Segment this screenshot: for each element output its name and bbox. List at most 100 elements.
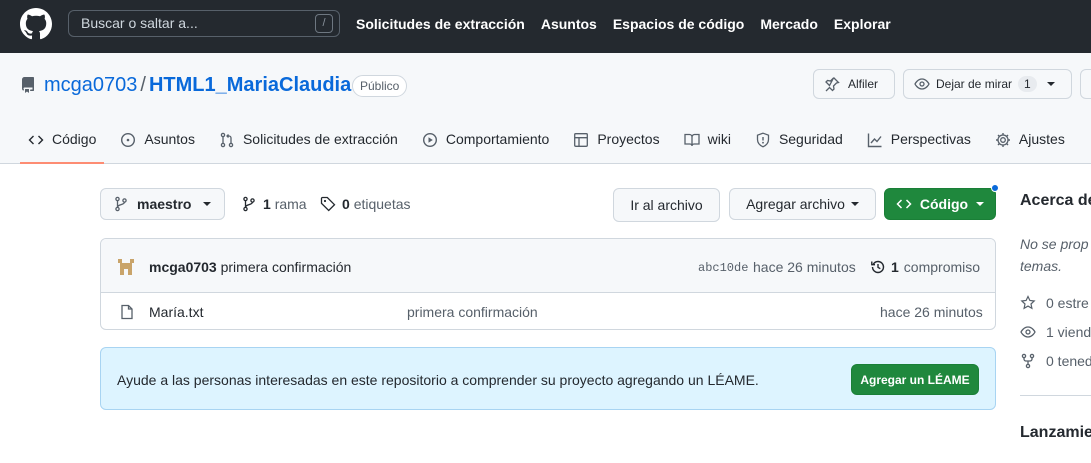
code-dropdown-button[interactable]: Código bbox=[884, 188, 996, 220]
releases-heading[interactable]: Lanzamien bbox=[1020, 424, 1091, 442]
sidebar-divider bbox=[1020, 395, 1091, 396]
commit-summary: mcga0703 primera confirmación bbox=[149, 259, 351, 275]
forks-link[interactable]: 0 tened bbox=[1020, 353, 1091, 369]
commit-hash[interactable]: abc10de bbox=[698, 261, 748, 275]
file-list: mcga0703 primera confirmación abc10de ha… bbox=[100, 238, 996, 330]
tab-label: Comportamiento bbox=[445, 131, 550, 147]
add-readme-label: Agregar un LÉAME bbox=[860, 372, 970, 387]
history-icon bbox=[870, 259, 886, 275]
tags-label: etiquetas bbox=[353, 196, 411, 212]
tags-link[interactable]: 0 etiquetas bbox=[320, 196, 411, 212]
tab-security[interactable]: Seguridad bbox=[747, 127, 851, 164]
commit-message[interactable]: primera confirmación bbox=[221, 259, 352, 275]
star-icon bbox=[1020, 295, 1036, 311]
tab-wiki[interactable]: wiki bbox=[676, 127, 739, 164]
github-logo-icon[interactable] bbox=[20, 8, 52, 40]
file-icon bbox=[119, 304, 135, 320]
file-name[interactable]: María.txt bbox=[149, 304, 203, 320]
watch-label: Dejar de mirar bbox=[936, 77, 1013, 91]
add-file-label: Agregar archivo bbox=[746, 196, 845, 212]
tab-issues[interactable]: Asuntos bbox=[112, 127, 203, 164]
commit-author[interactable]: mcga0703 bbox=[149, 259, 217, 275]
branches-label: rama bbox=[274, 196, 307, 212]
about-description-line: No se prop bbox=[1020, 236, 1089, 252]
chevron-down-icon bbox=[1046, 82, 1055, 86]
branch-select-button[interactable]: maestro bbox=[100, 188, 225, 220]
chevron-down-icon bbox=[976, 202, 985, 206]
tab-label: Ajustes bbox=[1018, 131, 1065, 147]
tab-label: Perspectivas bbox=[890, 131, 971, 147]
file-commit-message[interactable]: primera confirmación bbox=[407, 304, 538, 320]
code-icon bbox=[896, 196, 912, 212]
fork-icon bbox=[1020, 353, 1036, 369]
tags-count: 0 bbox=[342, 196, 350, 212]
nav-explore[interactable]: Explorar bbox=[834, 16, 891, 32]
about-description-line: temas. bbox=[1020, 258, 1063, 274]
table-icon bbox=[573, 131, 589, 148]
repo-title-separator: / bbox=[140, 74, 146, 96]
pull-request-icon bbox=[219, 131, 235, 148]
nav-marketplace[interactable]: Mercado bbox=[760, 16, 818, 32]
tab-label: wiki bbox=[707, 131, 731, 147]
repo-title: mcga0703/HTML1_MariaClaudia bbox=[44, 74, 351, 97]
file-row[interactable]: María.txt primera confirmación hace 26 m… bbox=[101, 293, 995, 329]
about-description: No se prop temas. bbox=[1020, 233, 1088, 277]
branch-name: maestro bbox=[137, 196, 192, 212]
play-icon bbox=[422, 131, 438, 148]
go-to-file-label: Ir al archivo bbox=[630, 197, 703, 213]
repo-name-link[interactable]: HTML1_MariaClaudia bbox=[149, 74, 351, 96]
nav-issues[interactable]: Asuntos bbox=[541, 16, 597, 32]
code-icon bbox=[28, 131, 44, 148]
repo-tabs: Código Asuntos Solicitudes de extracción… bbox=[20, 127, 1081, 164]
pin-label: Alfiler bbox=[848, 77, 879, 91]
readme-prompt-banner: Ayude a las personas interesadas en este… bbox=[100, 347, 996, 410]
global-header: Buscar o saltar a... / Solicitudes de ex… bbox=[0, 0, 1091, 53]
latest-commit-row: mcga0703 primera confirmación abc10de ha… bbox=[101, 239, 995, 293]
add-file-button[interactable]: Agregar archivo bbox=[729, 188, 876, 220]
eye-icon bbox=[1020, 324, 1036, 340]
avatar[interactable] bbox=[116, 257, 136, 277]
search-input[interactable]: Buscar o saltar a... / bbox=[68, 10, 340, 37]
pin-button[interactable]: Alfiler bbox=[813, 69, 895, 99]
pin-icon bbox=[824, 76, 840, 92]
eye-icon bbox=[914, 76, 930, 92]
commit-count-label: compromiso bbox=[903, 259, 981, 275]
fork-button-partial[interactable] bbox=[1080, 69, 1091, 99]
tab-label: Código bbox=[52, 131, 97, 147]
book-icon bbox=[683, 131, 700, 148]
watchers-label: 1 viend bbox=[1046, 324, 1091, 340]
add-readme-button[interactable]: Agregar un LÉAME bbox=[851, 364, 979, 395]
tag-icon bbox=[320, 196, 336, 212]
commit-history-link[interactable]: 1 compromiso bbox=[870, 259, 980, 275]
gear-icon bbox=[995, 131, 1011, 148]
readme-prompt-text: Ayude a las personas interesadas en este… bbox=[117, 372, 759, 388]
branches-link[interactable]: 1 rama bbox=[241, 196, 307, 212]
commit-time: hace 26 minutos bbox=[753, 259, 856, 275]
nav-pull-requests[interactable]: Solicitudes de extracción bbox=[356, 16, 525, 32]
global-nav: Solicitudes de extracción Asuntos Espaci… bbox=[356, 16, 891, 32]
tab-actions[interactable]: Comportamiento bbox=[414, 127, 558, 164]
repo-header: mcga0703/HTML1_MariaClaudia Público Alfi… bbox=[0, 53, 1091, 164]
tab-code[interactable]: Código bbox=[20, 127, 105, 164]
watchers-link[interactable]: 1 viend bbox=[1020, 324, 1091, 340]
stars-link[interactable]: 0 estre bbox=[1020, 295, 1089, 311]
tab-projects[interactable]: Proyectos bbox=[565, 127, 667, 164]
go-to-file-button[interactable]: Ir al archivo bbox=[613, 188, 720, 222]
branch-icon bbox=[113, 196, 129, 212]
issue-icon bbox=[120, 131, 136, 148]
about-sidebar: Acerca de No se prop temas. 0 estre 1 vi… bbox=[1004, 164, 1091, 463]
chevron-down-icon bbox=[850, 202, 859, 206]
repo-owner-link[interactable]: mcga0703 bbox=[44, 74, 137, 96]
shield-icon bbox=[755, 131, 771, 148]
search-shortcut-hint: / bbox=[315, 14, 333, 33]
tab-label: Asuntos bbox=[144, 131, 195, 147]
nav-codespaces[interactable]: Espacios de código bbox=[613, 16, 744, 32]
tab-label: Seguridad bbox=[778, 131, 843, 147]
tab-pull-requests[interactable]: Solicitudes de extracción bbox=[211, 127, 406, 164]
tab-settings[interactable]: Ajustes bbox=[987, 127, 1073, 164]
watch-count: 1 bbox=[1018, 76, 1037, 92]
branch-icon bbox=[241, 196, 257, 212]
unwatch-button[interactable]: Dejar de mirar 1 bbox=[903, 69, 1072, 99]
notification-dot bbox=[991, 184, 999, 192]
tab-insights[interactable]: Perspectivas bbox=[859, 127, 979, 164]
